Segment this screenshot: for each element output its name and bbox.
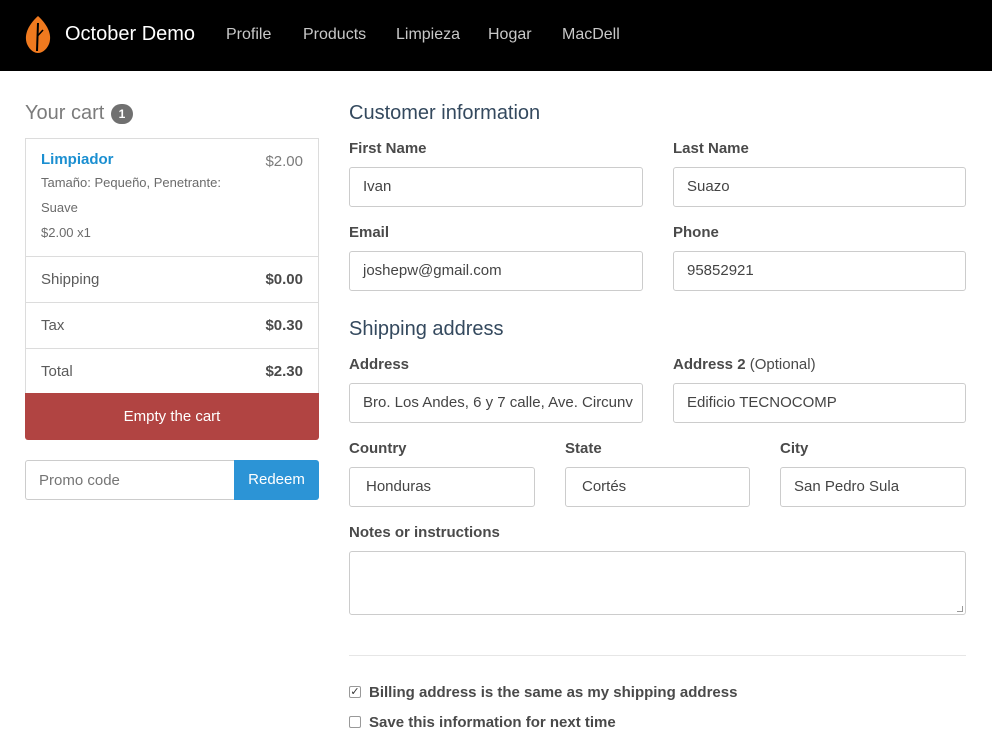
brand-name[interactable]: October Demo — [65, 22, 195, 46]
customer-info-heading: Customer information — [349, 102, 541, 124]
tax-value: $0.30 — [265, 317, 303, 334]
cart-item-price: $2.00 — [265, 153, 303, 170]
city-field[interactable]: San Pedro Sula — [780, 467, 966, 507]
nav-link-profile[interactable]: Profile — [226, 25, 271, 45]
shipping-address-heading: Shipping address — [349, 318, 504, 340]
optional-hint: (Optional) — [749, 356, 816, 373]
notes-textarea[interactable] — [349, 551, 966, 615]
address2-label: Address 2 (Optional) — [673, 355, 816, 375]
top-navbar: October Demo Profile Products Limpieza H… — [0, 0, 992, 71]
total-row: Total $2.30 — [26, 348, 318, 394]
section-divider — [349, 655, 966, 656]
nav-link-macdell[interactable]: MacDell — [562, 25, 620, 45]
address-label: Address — [349, 356, 410, 373]
tax-label: Tax — [41, 317, 65, 334]
phone-label: Phone — [673, 224, 719, 241]
shipping-row: Shipping $0.00 — [26, 256, 318, 302]
save-info-label[interactable]: Save this information for next time — [369, 713, 616, 733]
cart-item-quantity: $2.00 x1 — [41, 225, 91, 240]
nav-link-products[interactable]: Products — [303, 25, 366, 45]
shipping-label: Shipping — [41, 271, 100, 288]
redeem-button[interactable]: Redeem — [234, 460, 319, 500]
tax-row: Tax $0.30 — [26, 302, 318, 348]
address-field[interactable]: Bro. Los Andes, 6 y 7 calle, Ave. Circun… — [349, 383, 643, 423]
leaf-logo-icon[interactable] — [22, 14, 54, 54]
address2-field[interactable]: Edificio TECNOCOMP — [673, 383, 966, 423]
nav-link-limpieza[interactable]: Limpieza — [396, 25, 460, 45]
total-label: Total — [41, 363, 73, 380]
cart-count-badge: 1 — [111, 104, 133, 124]
cart-item-options-cont: Suave — [41, 200, 78, 215]
empty-cart-button[interactable]: Empty the cart — [25, 393, 319, 440]
cart-title: Your cart — [25, 102, 105, 124]
first-name-field[interactable]: Ivan — [349, 167, 643, 207]
nav-link-hogar[interactable]: Hogar — [488, 25, 532, 45]
cart-summary: Limpiador $2.00 Tamaño: Pequeño, Penetra… — [25, 138, 319, 394]
country-label: Country — [349, 440, 407, 457]
address2-label-text: Address 2 — [673, 356, 746, 373]
billing-same-checkbox[interactable]: ✓ — [349, 686, 361, 698]
last-name-field[interactable]: Suazo — [673, 167, 966, 207]
state-select[interactable]: Cortés — [565, 467, 750, 507]
promo-code-input[interactable] — [25, 460, 235, 500]
billing-same-label[interactable]: Billing address is the same as my shippi… — [369, 683, 737, 703]
state-label: State — [565, 440, 602, 457]
email-field[interactable]: joshepw@gmail.com — [349, 251, 643, 291]
total-value: $2.30 — [265, 363, 303, 380]
notes-label: Notes or instructions — [349, 524, 500, 541]
resize-handle-icon[interactable] — [957, 606, 963, 612]
email-label: Email — [349, 224, 390, 241]
last-name-label: Last Name — [673, 140, 749, 157]
country-select[interactable]: Honduras — [349, 467, 535, 507]
save-info-checkbox[interactable] — [349, 716, 361, 728]
first-name-label: First Name — [349, 140, 427, 157]
cart-item-options: Tamaño: Pequeño, Penetrante: — [41, 175, 221, 190]
cart-item-name[interactable]: Limpiador — [41, 150, 114, 170]
phone-field[interactable]: 95852921 — [673, 251, 966, 291]
shipping-value: $0.00 — [265, 271, 303, 288]
city-label: City — [780, 440, 809, 457]
